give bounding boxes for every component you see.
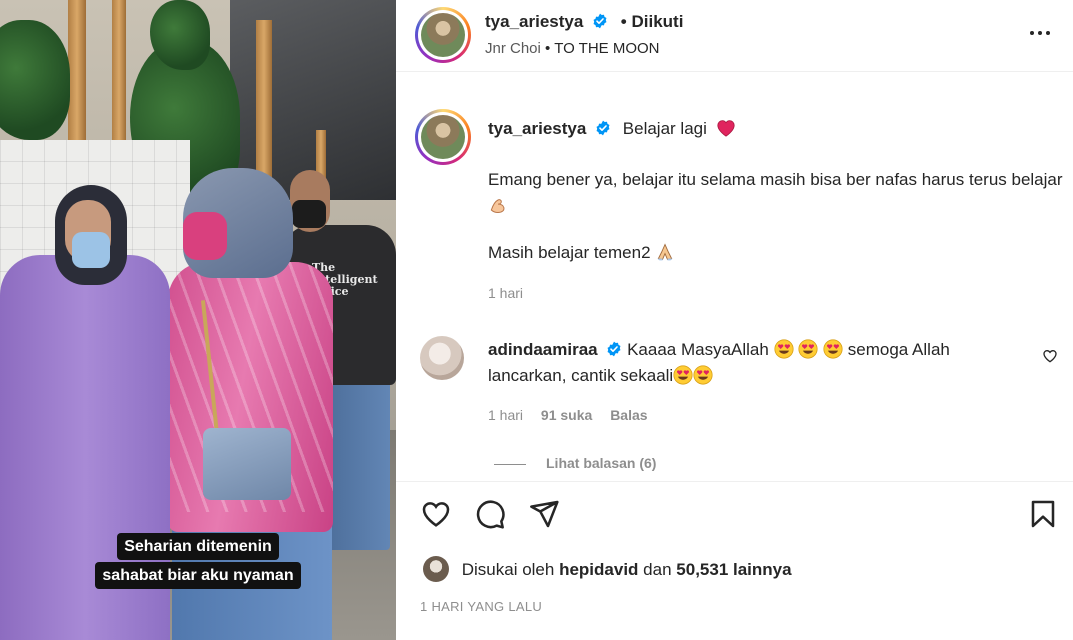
heart-outline-icon[interactable] [420,498,452,530]
comment-time: 1 hari [488,407,524,423]
verified-badge-icon [593,13,607,29]
heart-eyes-emoji-icon [693,365,713,385]
caption-username-link[interactable]: tya_ariestya [488,119,586,138]
flexed-biceps-emoji-icon [490,199,505,214]
verified-badge-icon [596,120,610,136]
post-media[interactable]: The Intelligent Office Seharian ditemeni… [0,0,396,640]
heart-eyes-emoji-icon [673,365,693,385]
post-date: 1 HARI YANG LALU [420,599,543,614]
post-panel: tya_ariestya • Diikuti Jnr Choi • TO THE… [396,0,1073,640]
red-heart-emoji-icon [717,120,735,137]
replies-divider [494,463,526,465]
liker-username-link[interactable]: hepidavid [559,560,638,579]
view-replies-button[interactable]: Lihat balasan (6) [494,455,656,471]
action-bar: Disukai oleh hepidavid dan 50,531 lainny… [396,481,1073,640]
heart-eyes-emoji-icon [773,339,794,359]
verified-badge-icon [607,341,621,357]
heart-eyes-emoji-icon [798,339,818,359]
follow-status[interactable]: • Diikuti [621,12,684,31]
music-info[interactable]: Jnr Choi • TO THE MOON [485,40,660,57]
caption-line-1: Seharian ditemenin [117,533,279,560]
heart-eyes-emoji-icon [823,339,843,359]
comments-section[interactable]: tya_ariestya Belajar lagi Emang bener ya… [396,73,1073,481]
caption-author-avatar[interactable] [415,109,471,165]
likes-count-link[interactable]: 50,531 lainnya [676,560,791,579]
commenter-avatar[interactable] [420,336,464,380]
author-line: tya_ariestya • Diikuti [485,12,683,32]
caption-header: tya_ariestya Belajar lagi [488,119,736,139]
comment-bubble-icon[interactable] [474,498,506,530]
caption-paragraph-1: Emang bener ya, belajar itu selama masih… [488,167,1068,219]
caption-paragraph-2: Masih belajar temen2 [488,240,1068,266]
video-caption: Seharian ditemenin sahabat biar aku nyam… [0,533,396,589]
author-avatar[interactable] [415,7,471,63]
caption-time: 1 hari [488,285,524,301]
comment-body: adindaamiraa Kaaaa MasyaAllah semoga All… [488,337,1028,389]
comment-text-1: Kaaaa MasyaAllah [627,340,769,359]
comment-reply-button[interactable]: Balas [610,407,647,423]
music-artist[interactable]: Jnr Choi [485,40,541,57]
paper-plane-icon[interactable] [528,498,560,530]
folded-hands-emoji-icon [657,243,673,261]
comment-like-heart-icon[interactable] [1042,348,1058,364]
plant [0,20,70,140]
music-title[interactable]: TO THE MOON [554,40,659,57]
commenter-username-link[interactable]: adindaamiraa [488,340,598,359]
author-username-link[interactable]: tya_ariestya [485,12,583,31]
post-header: tya_ariestya • Diikuti Jnr Choi • TO THE… [396,0,1073,72]
handbag [203,428,291,500]
bookmark-icon[interactable] [1027,498,1059,530]
comment-likes-link[interactable]: 91 suka [541,407,592,423]
more-options-icon[interactable] [1028,29,1052,37]
liker-avatar [423,556,449,582]
caption-line-2: sahabat biar aku nyaman [95,562,301,589]
comment-meta: 1 hari 91 suka Balas [488,407,648,423]
caption-title: Belajar lagi [622,119,707,138]
likes-summary[interactable]: Disukai oleh hepidavid dan 50,531 lainny… [423,556,792,582]
